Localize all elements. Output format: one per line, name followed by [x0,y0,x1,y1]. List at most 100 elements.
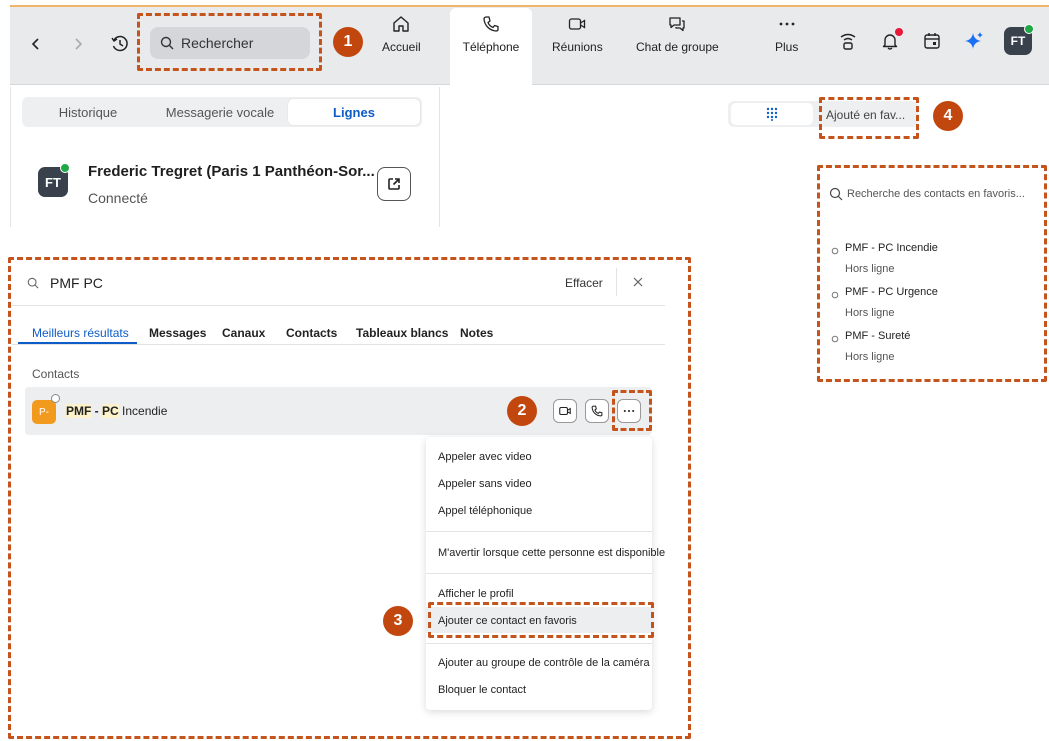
search-tab-channels[interactable]: Canaux [222,326,265,340]
open-line-button[interactable] [377,167,411,201]
line-name: Frederic Tregret (Paris 1 Panthéon-Sor..… [88,163,375,180]
favorite-item-status: Hors ligne [845,307,895,319]
offline-status-icon [831,291,839,299]
avatar-initials: FT [1010,34,1026,48]
menu-separator [426,573,652,574]
favorite-item-name[interactable]: PMF - PC Urgence [845,286,938,298]
menu-item-view-profile[interactable]: Afficher le profil [438,588,514,600]
result-more-options-button[interactable] [617,399,641,423]
result-offline-dot [51,394,60,403]
search-panel-search-icon [27,277,39,289]
search-placeholder: Rechercher [181,35,254,51]
contacts-section-label: Contacts [32,367,80,381]
line-avatar: FT [38,163,70,197]
search-tab-whiteboards[interactable]: Tableaux blancs [356,326,448,340]
search-header-divider [616,268,617,296]
menu-separator [426,643,652,644]
line-status-dot [60,163,70,173]
tab-home-label: Accueil [382,40,421,54]
favorite-item-status: Hors ligne [845,351,895,363]
search-header-separator [12,305,665,306]
favorite-item-status: Hors ligne [845,263,895,275]
more-icon [779,22,795,26]
tab-more[interactable]: Plus [775,14,798,54]
notification-dot [895,28,903,36]
notifications-button[interactable] [878,28,903,53]
favorite-item-name[interactable]: PMF - Sureté [845,330,910,342]
tab-group-chat[interactable]: Chat de groupe [636,14,719,54]
favorite-item-name[interactable]: PMF - PC Incendie [845,242,938,254]
tab-phone[interactable]: Téléphone [450,8,532,86]
context-menu: Appeler avec video Appeler sans video Ap… [426,437,665,710]
segment-voicemail[interactable]: Messagerie vocale [154,97,286,127]
window-top-edge [10,5,1049,7]
tab-meetings[interactable]: Réunions [552,14,603,54]
more-icon [623,409,635,413]
chat-icon [669,17,686,32]
video-icon [559,406,571,416]
phone-icon [591,405,603,417]
home-icon [393,16,410,32]
result-name: PMF - PC Incendie [66,404,167,418]
search-icon [27,277,39,289]
search-tab-contacts[interactable]: Contacts [286,326,337,340]
left-edge-divider [10,87,11,227]
callout-badge-1: 1 [333,27,363,57]
offline-status-icon [831,247,839,255]
favorites-search-input[interactable]: Recherche des contacts en favoris... [829,187,1025,201]
menu-item-notify-available[interactable]: M'avertir lorsque cette personne est dis… [438,547,665,559]
phone-icon [483,16,499,32]
profile-avatar-button[interactable]: FT [1004,24,1034,55]
dialpad-icon [766,107,778,121]
search-tab-best-results[interactable]: Meilleurs résultats [32,326,129,340]
menu-separator [426,531,652,532]
result-avatar: P- [32,400,56,424]
forward-button[interactable] [68,34,88,54]
phone-segment-control: Historique Messagerie vocale Lignes [22,97,422,127]
chevron-left-icon [31,38,39,50]
tab-home[interactable]: Accueil [382,14,421,54]
ai-assistant-button[interactable] [962,29,986,53]
online-status-dot [1024,24,1034,34]
result-name-match-2: PC [102,404,119,418]
menu-item-block-contact[interactable]: Bloquer le contact [438,684,526,696]
segment-history[interactable]: Historique [22,97,154,127]
search-tabs-separator [12,344,665,345]
video-icon [569,18,586,30]
menu-item-call-video[interactable]: Appeler avec video [438,451,532,463]
menu-item-call-audio[interactable]: Appeler sans video [438,478,532,490]
dialpad-button[interactable] [731,103,813,125]
back-button[interactable] [26,34,46,54]
signal-icon [840,33,856,50]
tab-more-label: Plus [775,40,799,54]
line-status: Connecté [88,190,148,206]
segment-lines[interactable]: Lignes [288,99,420,125]
result-video-call-button[interactable] [553,399,577,423]
search-input[interactable]: Rechercher [150,27,310,59]
tab-group-chat-label: Chat de groupe [636,40,719,54]
calendar-button[interactable] [920,29,944,53]
result-name-match-1: PMF [66,404,92,418]
callout-badge-2: 2 [507,396,537,426]
tab-meetings-label: Réunions [552,40,603,54]
menu-item-phone-call[interactable]: Appel téléphonique [438,505,532,517]
presence-button[interactable] [836,29,860,53]
result-phone-call-button[interactable] [585,399,609,423]
menu-item-add-favorite[interactable]: Ajouter ce contact en favoris [438,615,577,627]
clear-search-button[interactable]: Effacer [565,276,603,290]
search-icon [829,187,843,201]
callout-badge-3: 3 [383,606,413,636]
offline-status-icon [831,335,839,343]
close-search-button[interactable] [632,276,644,288]
history-button[interactable] [108,32,132,56]
favorites-added-tab[interactable]: Ajouté en fav... [826,108,905,122]
history-icon [111,35,128,52]
favorites-search-placeholder: Recherche des contacts en favoris... [847,188,1025,200]
search-icon [160,36,174,50]
search-tab-messages[interactable]: Messages [149,326,206,340]
menu-item-add-camera-group[interactable]: Ajouter au groupe de contrôle de la camé… [438,657,650,669]
search-tab-notes[interactable]: Notes [460,326,493,340]
search-query-input[interactable]: PMF PC [50,275,103,291]
calendar-icon [924,33,940,49]
close-icon [633,277,643,287]
